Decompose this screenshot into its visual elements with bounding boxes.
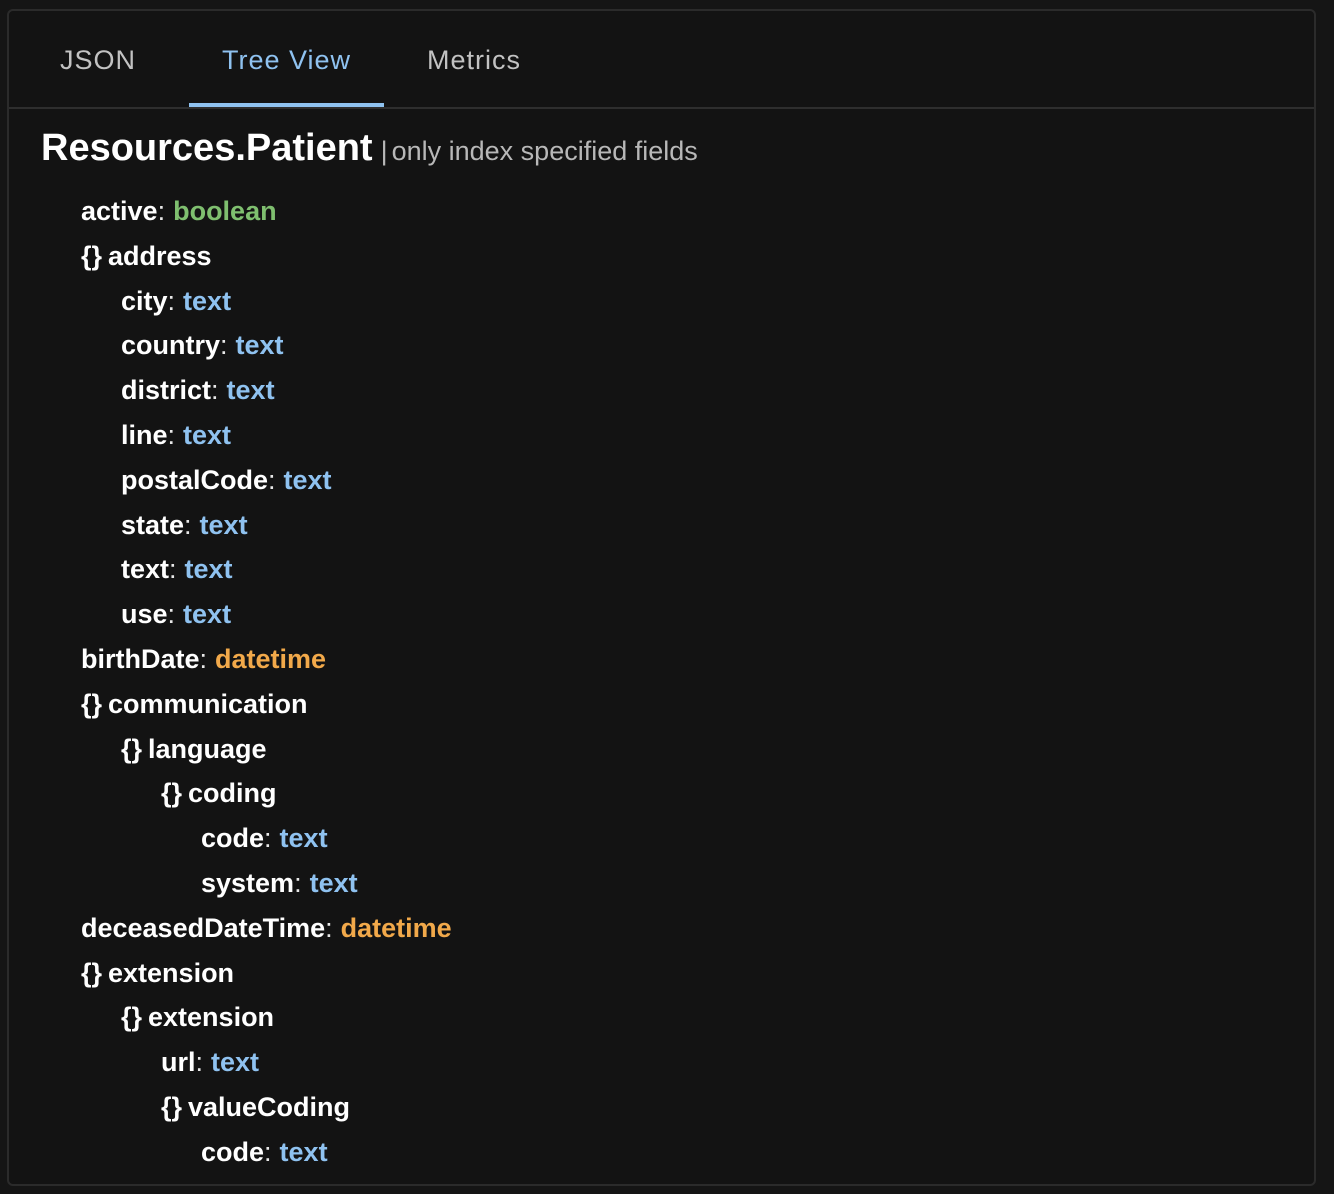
tree-object-node[interactable]: {} extension	[121, 997, 274, 1037]
tree-field-node: use: text	[121, 594, 231, 634]
field-type: text	[184, 554, 233, 585]
tree-field-node: system: text	[201, 863, 358, 903]
field-colon: :	[325, 912, 333, 943]
field-colon: :	[211, 375, 219, 406]
field-type: text	[235, 330, 284, 361]
resource-title: Resources.Patient	[41, 127, 373, 169]
node-name: valueCoding	[188, 1092, 351, 1122]
field-type: text	[183, 285, 232, 316]
field-type: text	[183, 599, 232, 630]
tree-object-node[interactable]: {} extension	[81, 953, 234, 993]
field-type: text	[283, 464, 332, 495]
active-tab-indicator	[189, 103, 384, 107]
object-brace-icon: {}	[81, 240, 103, 271]
field-name: active	[81, 196, 158, 226]
field-type: text	[183, 420, 232, 450]
field-name: url	[161, 1047, 196, 1078]
field-type: text	[279, 1136, 328, 1167]
field-type: boolean	[173, 196, 277, 226]
object-brace-icon: {}	[121, 733, 143, 764]
field-type: text	[309, 868, 358, 898]
tree-object-node[interactable]: {} coding	[161, 773, 277, 813]
field-name: use	[121, 599, 168, 630]
field-colon: :	[268, 464, 276, 495]
field-name: district	[121, 375, 212, 406]
field-name: state	[121, 509, 185, 540]
field-colon: :	[167, 599, 176, 630]
field-colon: :	[199, 644, 208, 674]
tree-field-node: city: text	[121, 281, 231, 321]
tree-field-node: deceasedDateTime: datetime	[81, 908, 452, 948]
field-name: city	[121, 285, 168, 316]
tree-field-node: line: text	[121, 415, 231, 455]
field-colon: :	[167, 420, 176, 450]
object-brace-icon: {}	[161, 778, 183, 809]
node-name: extension	[148, 1002, 275, 1033]
node-name: language	[148, 733, 267, 764]
field-type: text	[226, 375, 275, 406]
field-colon: :	[220, 330, 228, 361]
resource-heading: Resources.Patient | only index specified f…	[41, 127, 698, 170]
tree-field-node: code: text	[201, 818, 328, 858]
field-colon: :	[157, 196, 166, 226]
node-name: coding	[188, 778, 277, 809]
object-brace-icon: {}	[81, 688, 103, 719]
field-colon: :	[294, 868, 302, 898]
field-type: datetime	[340, 912, 452, 943]
node-name: communication	[108, 688, 308, 719]
tab-metrics[interactable]: Metrics	[409, 11, 539, 109]
object-brace-icon: {}	[81, 957, 103, 988]
field-colon: :	[184, 509, 192, 540]
field-name: code	[201, 1136, 265, 1167]
field-name: code	[201, 823, 265, 854]
field-colon: :	[264, 823, 272, 854]
field-colon: :	[169, 554, 177, 585]
node-name: address	[108, 240, 212, 271]
tab-bar: JSON Tree View Metrics	[9, 11, 1314, 109]
field-name: system	[201, 868, 295, 898]
field-name: deceasedDateTime	[81, 912, 326, 943]
tree-object-node[interactable]: {} address	[81, 236, 212, 276]
field-type: text	[211, 1047, 260, 1078]
field-name: line	[121, 420, 168, 450]
tree-field-node: birthDate: datetime	[81, 639, 326, 679]
field-type: text	[199, 509, 248, 540]
field-name: country	[121, 330, 221, 361]
tab-tree-view[interactable]: Tree View	[189, 11, 384, 109]
tree-object-node[interactable]: {} language	[121, 729, 267, 769]
field-type: text	[279, 823, 328, 854]
tree-field-node: district: text	[121, 370, 275, 410]
tree-field-node: text: text	[121, 549, 233, 589]
field-name: text	[121, 554, 170, 585]
object-brace-icon: {}	[121, 1002, 143, 1033]
tab-json[interactable]: JSON	[43, 11, 153, 109]
tree-view-panel: JSON Tree View Metrics Resources.Patient…	[7, 9, 1316, 1186]
object-brace-icon: {}	[161, 1092, 183, 1122]
tree-field-node: code: text	[201, 1132, 328, 1172]
tree-object-node[interactable]: {} valueCoding	[161, 1087, 350, 1127]
field-type: datetime	[215, 644, 327, 674]
field-name: birthDate	[81, 644, 200, 674]
heading-separator: |	[380, 136, 388, 166]
tree-field-node: active: boolean	[81, 191, 277, 231]
tree-field-node: country: text	[121, 325, 284, 365]
field-colon: :	[195, 1047, 204, 1078]
field-colon: :	[264, 1136, 272, 1167]
field-colon: :	[167, 285, 176, 316]
tree-field-node: postalCode: text	[121, 460, 332, 500]
tree-field-node: url: text	[161, 1042, 259, 1082]
node-name: extension	[108, 957, 235, 988]
resource-subtitle: only index specified fields	[391, 136, 698, 166]
field-name: postalCode	[121, 464, 269, 495]
tree-object-node[interactable]: {} communication	[81, 684, 308, 724]
tree-field-node: state: text	[121, 505, 248, 545]
